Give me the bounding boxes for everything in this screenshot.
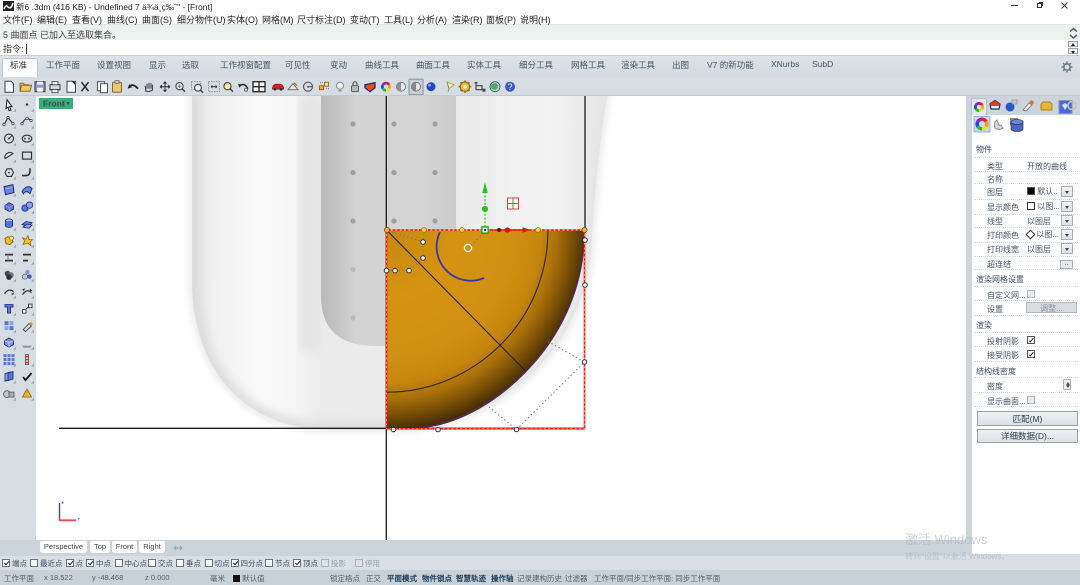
svg-text:Front: Front bbox=[43, 99, 65, 109]
svg-text:?: ? bbox=[508, 82, 513, 92]
